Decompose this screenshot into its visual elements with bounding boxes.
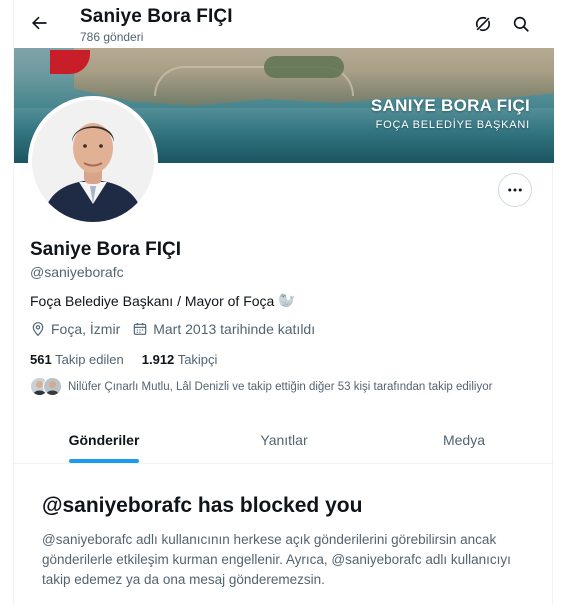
followed-by-text: Nilüfer Çınarlı Mutlu, Lâl Denizli ve ta… (68, 380, 493, 393)
avatar-portrait (32, 100, 154, 222)
profile-page: Saniye Bora FIÇI 786 gönderi SANIYE BORA… (13, 0, 554, 605)
profile-handle: @saniyeborafc (30, 264, 124, 280)
followers-label: Takipçi (177, 352, 218, 367)
tab-media[interactable]: Medya (374, 417, 554, 463)
post-count: 786 gönderi (80, 30, 144, 44)
location-text: Foça, İzmir (51, 321, 121, 337)
banner-name: SANIYE BORA FIÇI (370, 96, 530, 115)
tab-replies[interactable]: Yanıtlar (194, 417, 374, 463)
followers-you-know[interactable]: Nilüfer Çınarlı Mutlu, Lâl Denizli ve ta… (30, 377, 492, 396)
back-arrow-icon (32, 16, 47, 30)
avatar[interactable] (28, 96, 158, 226)
followers-link[interactable]: 1.912 Takipçi (142, 352, 218, 367)
follow-counts: 561 Takip edilen 1.912 Takipçi (30, 352, 217, 367)
banner-role: FOÇA BELEDİYE BAŞKANI (375, 119, 530, 131)
following-label: Takip edilen (55, 352, 124, 367)
back-button[interactable] (22, 6, 56, 40)
tab-label: Medya (442, 432, 486, 448)
search-button[interactable] (504, 7, 538, 41)
profile-bio: Foça Belediye Başkanı / Mayor of Foça 🦭 (30, 292, 296, 309)
location-icon (32, 322, 44, 337)
top-bar: Saniye Bora FIÇI 786 gönderi (14, 0, 554, 48)
joined-text: Mart 2013 tarihinde katıldı (153, 321, 316, 337)
calendar-icon (133, 323, 147, 335)
search-icon (513, 16, 529, 32)
following-link[interactable]: 561 Takip edilen (30, 352, 124, 367)
banner-trees (264, 56, 344, 78)
location-item: Foça, İzmir (30, 321, 120, 337)
followers-count: 1.912 (141, 352, 175, 367)
tab-label: Yanıtlar (260, 432, 308, 448)
more-button[interactable] (498, 173, 532, 207)
seal-emoji: 🦭 (278, 292, 296, 308)
mutual-avatar (43, 377, 62, 396)
blocked-message: @saniyeborafc adlı kullanıcının herkese … (42, 532, 511, 587)
blocked-title: @saniyeborafc has blocked you (42, 494, 363, 517)
profile-meta: Foça, İzmir Mart 2013 tarihinde katıldı (30, 321, 327, 337)
joined-item: Mart 2013 tarihinde katıldı (132, 321, 315, 337)
profile-name: Saniye Bora FIÇI (30, 239, 181, 260)
more-icon (508, 188, 522, 192)
following-count: 561 (30, 352, 52, 367)
tab-posts[interactable]: Gönderiler (14, 417, 194, 463)
grok-icon (475, 16, 491, 32)
profile-tabs: Gönderiler Yanıtlar Medya (14, 417, 554, 464)
tab-label: Gönderiler (68, 432, 140, 448)
mutual-avatars (30, 377, 62, 396)
header-title: Saniye Bora FIÇI (80, 6, 233, 27)
active-tab-indicator (69, 459, 139, 463)
bio-text: Foça Belediye Başkanı / Mayor of Foça (30, 292, 275, 309)
grok-button[interactable] (466, 7, 500, 41)
